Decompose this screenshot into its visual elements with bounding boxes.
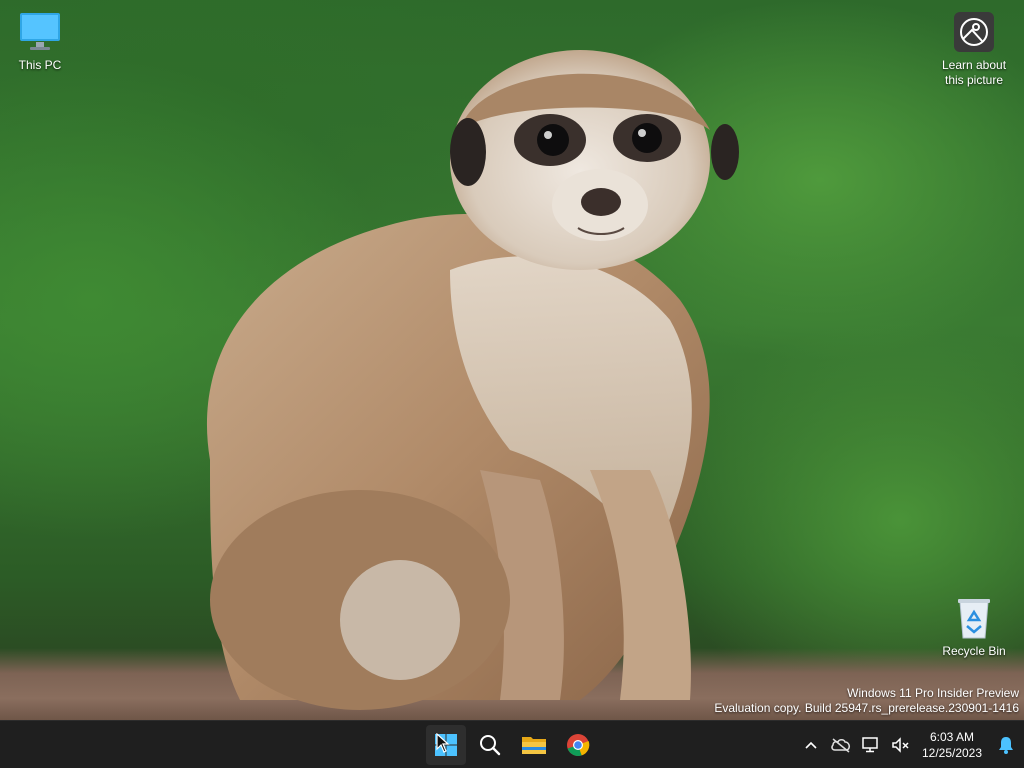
evaluation-watermark: Windows 11 Pro Insider Preview Evaluatio…	[714, 686, 1019, 716]
system-tray: 6:03 AM 12/25/2023	[796, 721, 1024, 769]
desktop-icon-recycle-bin[interactable]: Recycle Bin	[934, 596, 1014, 659]
speaker-muted-icon	[892, 737, 909, 753]
show-hidden-icons-button[interactable]	[796, 725, 826, 765]
watermark-line-1: Windows 11 Pro Insider Preview	[847, 686, 1019, 700]
bell-icon	[999, 737, 1013, 754]
file-explorer-button[interactable]	[514, 725, 554, 765]
desktop-icon-learn-picture[interactable]: Learn about this picture	[934, 10, 1014, 88]
desktop-icon-label: Recycle Bin	[942, 644, 1006, 658]
taskbar: 6:03 AM 12/25/2023	[0, 720, 1024, 768]
chrome-button[interactable]	[558, 725, 598, 765]
desktop-icon-label: Learn about this picture	[941, 58, 1007, 87]
onedrive-button[interactable]	[826, 725, 856, 765]
recycle-bin-icon	[958, 599, 990, 639]
volume-button[interactable]	[886, 725, 916, 765]
clock-time: 6:03 AM	[929, 730, 975, 744]
mouse-cursor-icon	[436, 733, 450, 753]
monitor-icon	[20, 13, 60, 50]
notifications-button[interactable]	[988, 725, 1024, 765]
desktop-icon-this-pc[interactable]: This PC	[0, 10, 80, 73]
wallpaper-meerkat	[206, 50, 739, 710]
chrome-icon	[567, 734, 590, 757]
network-monitor-icon	[862, 737, 878, 753]
network-button[interactable]	[856, 725, 886, 765]
file-explorer-icon	[522, 737, 546, 754]
clock-date: 12/25/2023	[921, 746, 983, 760]
search-icon	[480, 735, 501, 756]
cloud-offline-icon	[831, 738, 850, 753]
watermark-line-2: Evaluation copy. Build 25947.rs_prerelea…	[714, 701, 1019, 715]
search-button[interactable]	[470, 725, 510, 765]
chevron-up-icon	[805, 741, 817, 749]
taskbar-clock[interactable]: 6:03 AM 12/25/2023	[916, 729, 988, 761]
taskbar-apps	[426, 725, 598, 765]
desktop-wallpaper: This PC Learn about this picture Recycle…	[0, 0, 1024, 720]
spotlight-camera-icon	[954, 12, 994, 52]
start-button[interactable]	[426, 725, 466, 765]
desktop-icon-label: This PC	[18, 58, 62, 72]
